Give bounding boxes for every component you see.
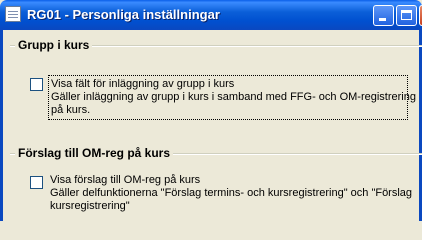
grupp-i-kurs-checkbox[interactable] (30, 78, 43, 91)
forslag-om-reg-description-line1: Gäller delfunktionerna "Förslag termins-… (50, 187, 413, 199)
minimize-icon (379, 18, 386, 21)
grupp-i-kurs-description-line2: på kurs. (51, 104, 91, 116)
minimize-button[interactable] (373, 5, 394, 26)
grupp-i-kurs-description-line1: Gäller inläggning av grupp i kurs i samb… (51, 91, 416, 103)
window-title: RG01 - Personliga inställningar (27, 7, 220, 22)
forslag-om-reg-label: Visa förslag till OM-reg på kurs (50, 174, 201, 186)
maximize-icon (401, 10, 412, 20)
forslag-om-reg-checkbox[interactable] (30, 176, 43, 189)
title-bar[interactable]: RG01 - Personliga inställningar (0, 0, 422, 30)
window-frame-left (0, 30, 3, 221)
forslag-om-reg-option[interactable]: Visa förslag till OM-reg på kurs Gäller … (48, 172, 412, 218)
grupp-i-kurs-label: Visa fält för inläggning av grupp i kurs (51, 78, 235, 90)
app-icon (5, 6, 21, 22)
grupp-i-kurs-option[interactable]: Visa fält för inläggning av grupp i kurs… (48, 75, 416, 120)
maximize-button[interactable] (396, 5, 417, 26)
forslag-om-reg-description-line2: kursregistrering" (50, 200, 130, 212)
group-forslag-om-reg-title: Förslag till OM-reg på kurs (15, 146, 174, 160)
group-grupp-i-kurs-title: Grupp i kurs (15, 38, 93, 52)
